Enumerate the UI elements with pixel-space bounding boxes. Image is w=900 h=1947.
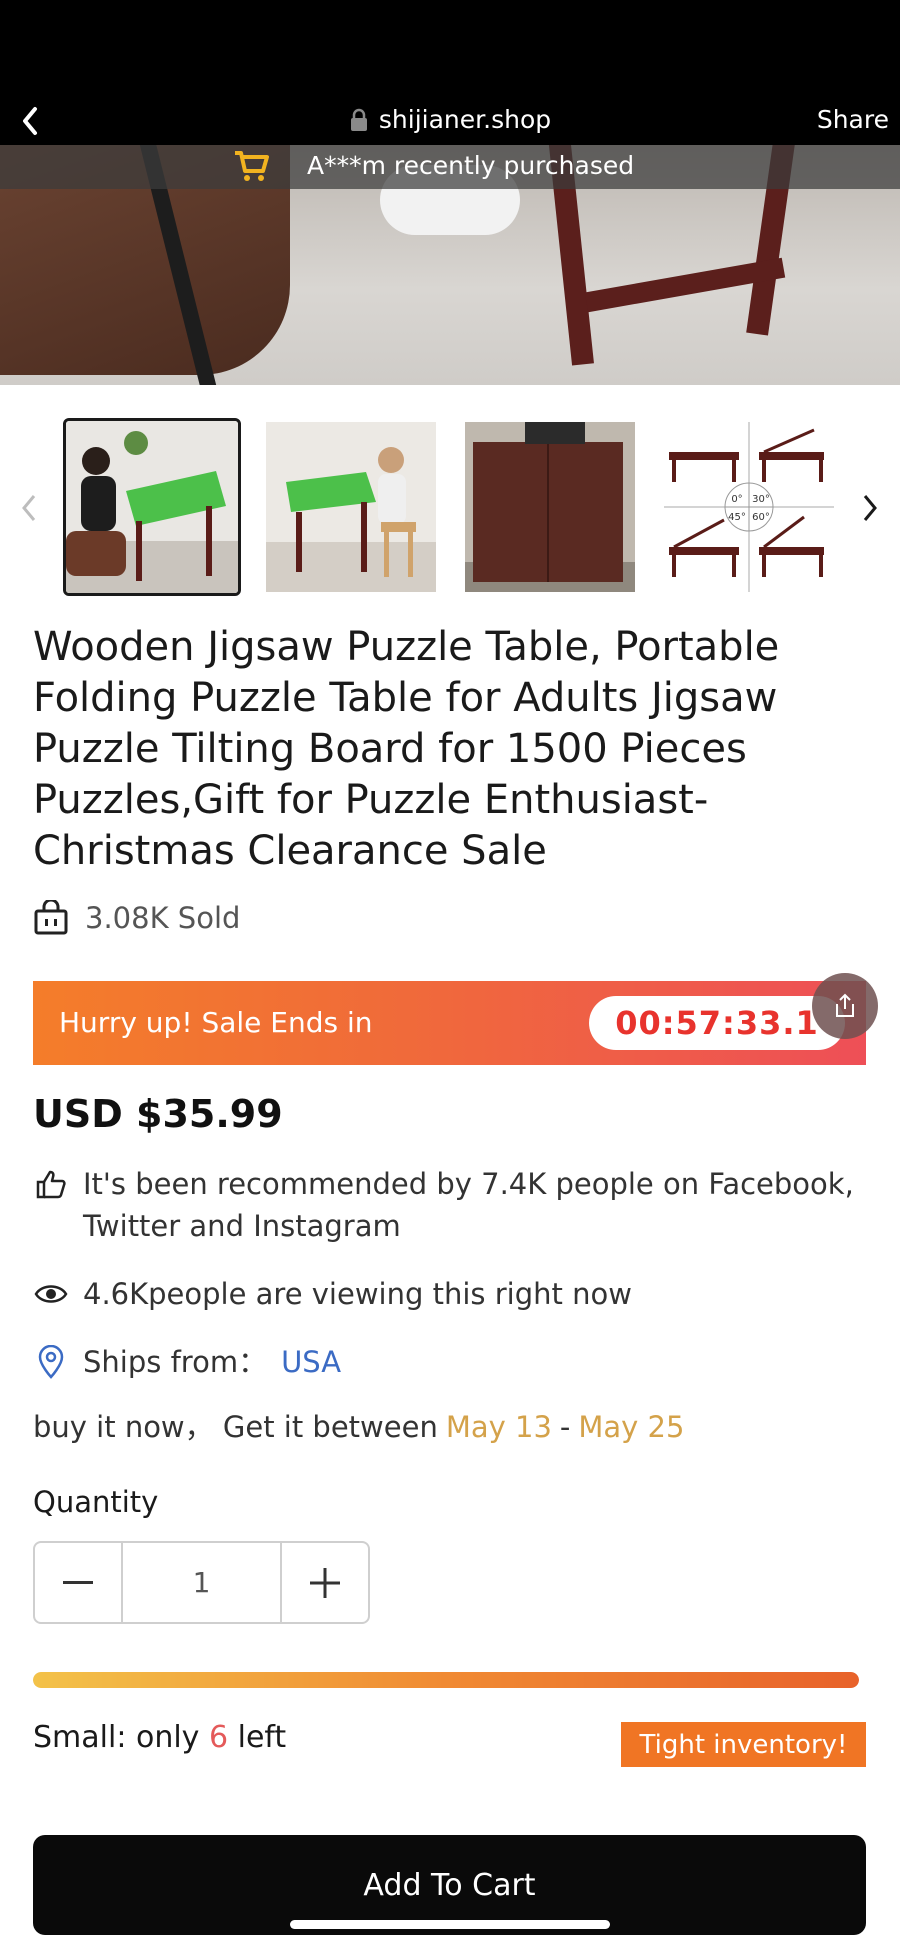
thumbs-up-icon	[33, 1163, 69, 1205]
home-indicator	[290, 1920, 610, 1929]
thumbnail-prev-button[interactable]	[14, 483, 44, 533]
thumbnail-1[interactable]	[63, 418, 241, 596]
thumbnail-image: 0° 30° 45° 60°	[664, 422, 834, 592]
delivery-end-date: May 25	[578, 1410, 685, 1444]
browser-nav-bar: shijianer.shop Share	[0, 95, 900, 145]
stock-suffix: left	[237, 1720, 287, 1755]
quantity-increase-button[interactable]	[282, 1543, 368, 1622]
sale-countdown-banner: Hurry up! Sale Ends in 00:57:33.1	[33, 981, 866, 1065]
product-price: USD $35.99	[33, 1092, 283, 1136]
ships-from-label: Ships from：	[83, 1345, 268, 1379]
sold-count: 3.08K Sold	[33, 900, 240, 936]
angle-label: 0°	[731, 494, 742, 505]
viewing-text: 4.6Kpeople are viewing this right now	[83, 1277, 632, 1311]
thumbnail-3[interactable]	[465, 422, 635, 592]
stock-progress-fill	[33, 1672, 859, 1688]
viewing-row: 4.6Kpeople are viewing this right now	[33, 1273, 632, 1315]
share-button[interactable]: Share	[817, 105, 889, 134]
stock-count: 6	[208, 1720, 229, 1755]
recent-purchase-text: A***m recently purchased	[307, 151, 635, 180]
stock-progress-bar	[33, 1672, 859, 1688]
quantity-stepper: 1	[33, 1541, 370, 1624]
quantity-input[interactable]: 1	[121, 1543, 282, 1622]
plus-icon	[310, 1567, 340, 1598]
recommended-text: It's been recommended by 7.4K people on …	[83, 1167, 854, 1243]
stock-remaining: Small: only 6 left	[33, 1720, 286, 1755]
sale-label: Hurry up! Sale Ends in	[59, 1006, 373, 1039]
recommended-row: It's been recommended by 7.4K people on …	[33, 1163, 873, 1247]
chevron-right-icon	[863, 495, 877, 521]
product-title: Wooden Jigsaw Puzzle Table, Portable Fol…	[33, 624, 780, 874]
delivery-prefix: buy it now， Get it between	[33, 1410, 438, 1444]
thumbnail-4[interactable]: 0° 30° 45° 60°	[664, 422, 834, 592]
eye-icon	[33, 1273, 69, 1315]
angle-label: 60°	[752, 512, 770, 523]
angle-label: 45°	[728, 512, 746, 523]
shopping-bag-icon	[34, 900, 68, 935]
ships-from-country[interactable]: USA	[281, 1341, 341, 1383]
stock-prefix: Small: only	[33, 1720, 200, 1755]
chevron-left-icon	[22, 495, 36, 521]
angle-label: 30°	[752, 494, 770, 505]
url-text: shijianer.shop	[378, 105, 552, 134]
location-pin-icon	[33, 1341, 69, 1383]
quantity-decrease-button[interactable]	[35, 1543, 121, 1622]
minus-icon	[63, 1580, 93, 1584]
floating-share-button[interactable]	[812, 973, 878, 1039]
delivery-row: buy it now， Get it between May 13 - May …	[33, 1406, 684, 1448]
thumbnail-2[interactable]	[266, 422, 436, 592]
address-bar[interactable]: shijianer.shop	[0, 105, 900, 134]
thumbnail-image	[465, 422, 635, 592]
thumbnail-strip: 0° 30° 45° 60°	[0, 418, 900, 598]
lock-icon	[350, 108, 367, 131]
thumbnail-next-button[interactable]	[855, 483, 885, 533]
cart-icon	[235, 151, 269, 181]
share-icon	[836, 993, 854, 1017]
thumbnail-image	[266, 422, 436, 592]
thumbnail-image	[66, 421, 238, 593]
recent-purchase-banner: A***m recently purchased	[0, 145, 900, 189]
delivery-separator: -	[559, 1410, 571, 1444]
delivery-start-date: May 13	[445, 1410, 552, 1444]
quantity-label: Quantity	[33, 1485, 159, 1519]
ships-from-row: Ships from： USA	[33, 1341, 341, 1383]
countdown-timer: 00:57:33.1	[589, 996, 845, 1050]
sold-count-text: 3.08K Sold	[85, 901, 241, 935]
tight-inventory-badge: Tight inventory!	[621, 1722, 866, 1767]
